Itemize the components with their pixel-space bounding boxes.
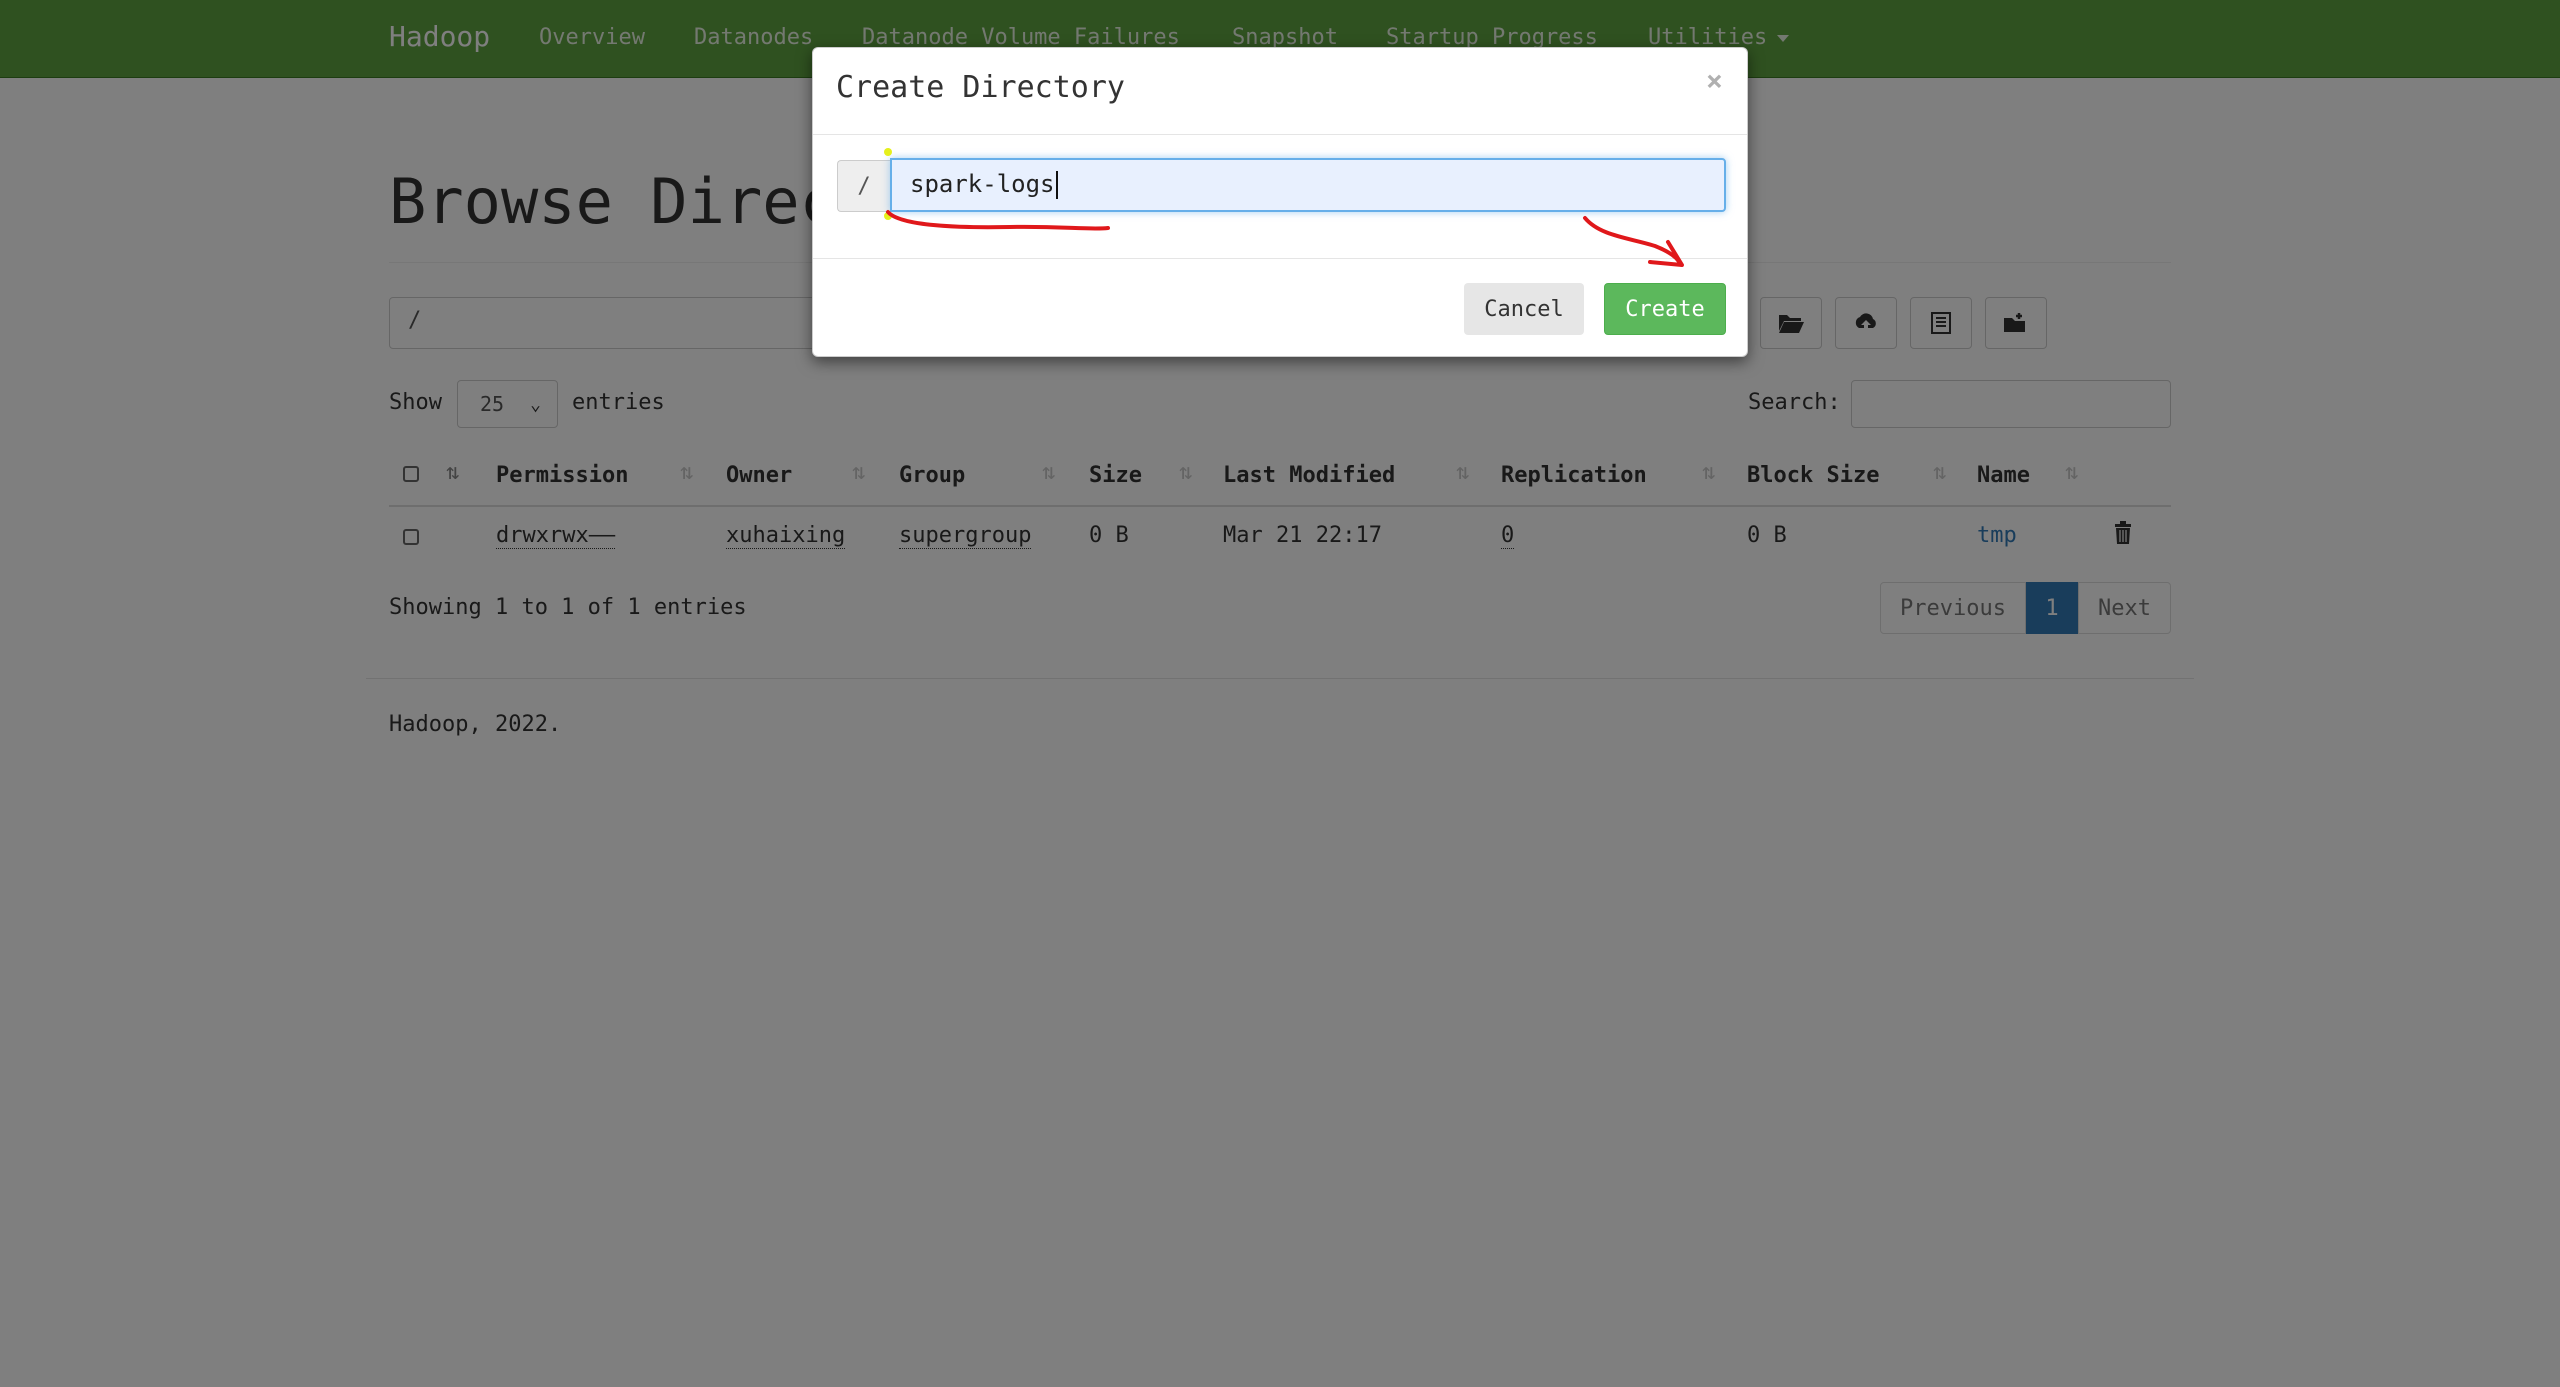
create-button[interactable]: Create <box>1604 283 1726 335</box>
modal-footer-divider <box>813 258 1747 259</box>
cancel-button[interactable]: Cancel <box>1464 283 1584 335</box>
modal-title: Create Directory <box>836 70 1125 105</box>
close-icon[interactable]: × <box>1706 64 1723 97</box>
modal-header-divider <box>813 134 1747 135</box>
path-prefix-addon: / <box>837 160 890 212</box>
text-cursor <box>1055 171 1058 199</box>
directory-name-input[interactable]: spark-logs <box>890 158 1726 212</box>
directory-name-value: spark-logs <box>910 170 1055 198</box>
create-directory-modal: Create Directory × / spark-logs Cancel C… <box>812 47 1748 357</box>
